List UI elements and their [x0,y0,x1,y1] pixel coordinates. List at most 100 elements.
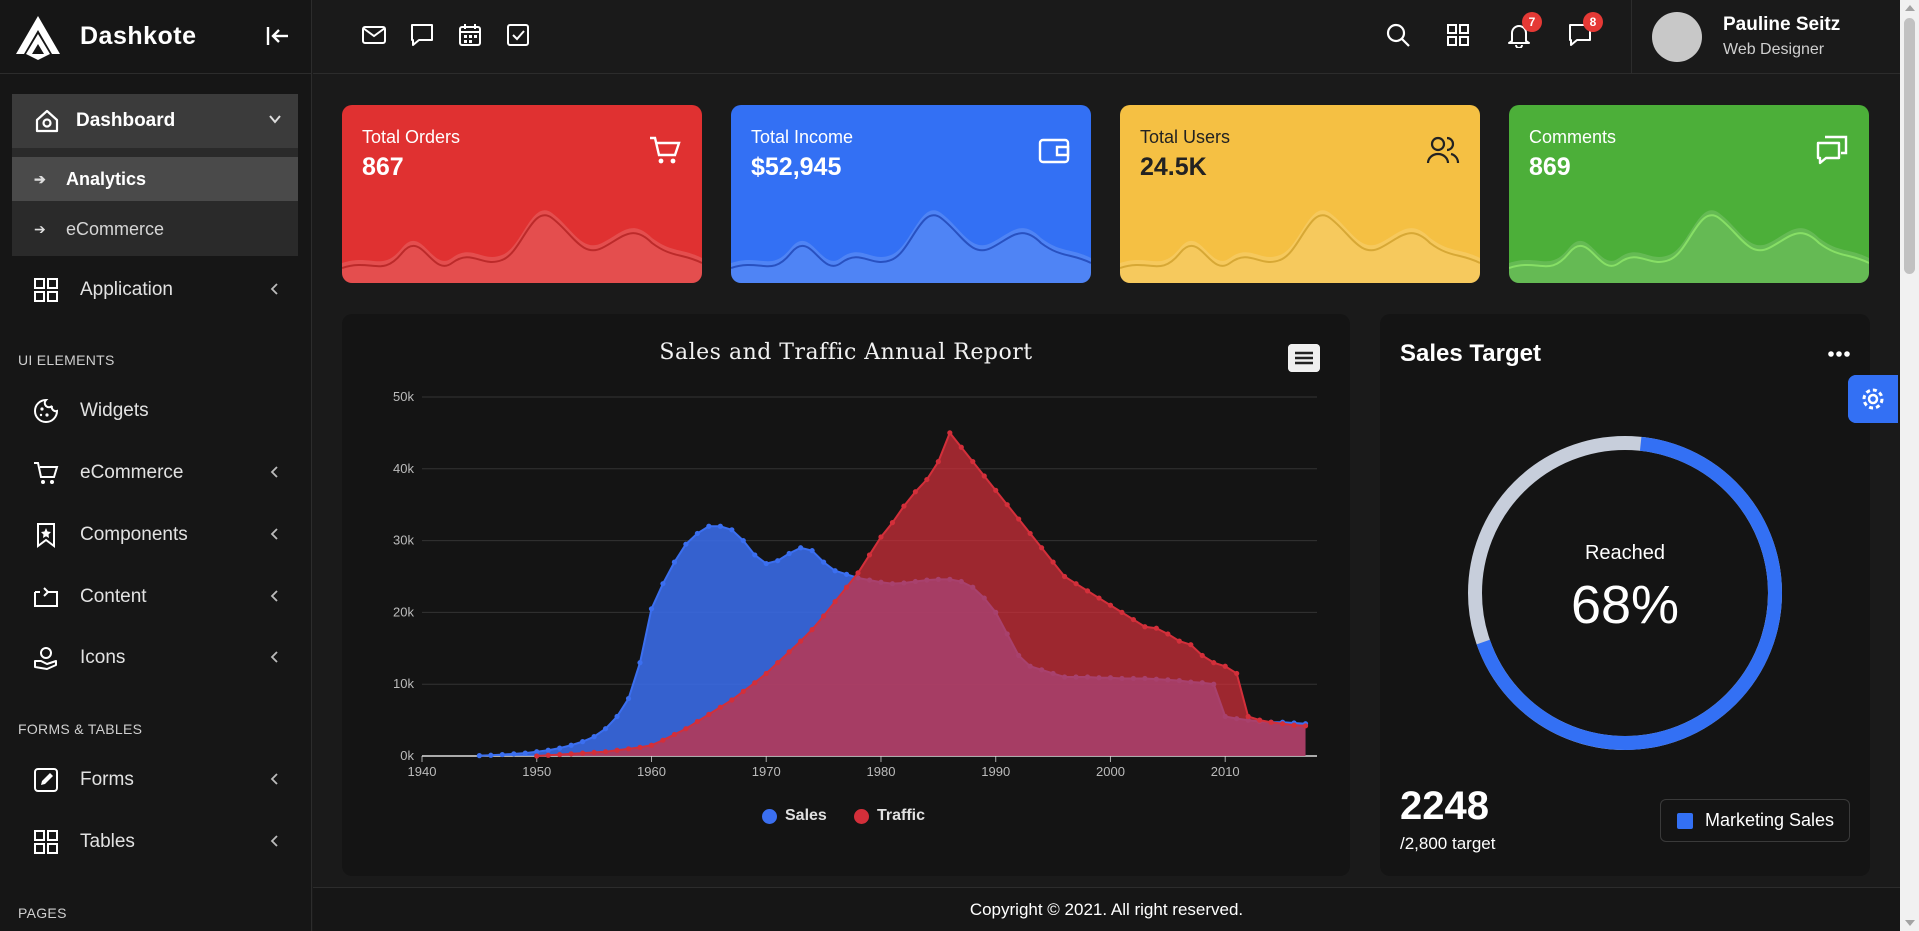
data-point-traffic [602,749,609,755]
sidebar-item-icons[interactable]: Icons [12,632,298,684]
x-tick-label: 1990 [981,764,1010,779]
scrollbar-thumb[interactable] [1904,18,1915,274]
data-point-traffic [798,638,804,644]
data-point-traffic [1188,642,1194,648]
data-point-traffic [775,660,781,666]
data-point-traffic [763,670,769,677]
notifications-button[interactable]: 7 [1506,12,1542,49]
sidebar-item-tables[interactable]: Tables [12,816,298,868]
data-point-traffic [866,552,873,558]
data-point-traffic [1050,559,1056,565]
data-point-sales [648,606,655,612]
x-tick-label: 1960 [637,764,666,779]
data-point-sales [786,550,792,557]
data-point-traffic [534,753,540,759]
sidebar-item-content[interactable]: Content [12,571,298,623]
data-point-traffic [568,751,574,757]
search-icon[interactable] [1385,22,1411,48]
target-label: /2,800 target [1400,834,1496,853]
sidebar-item-dashboard[interactable]: Dashboard [12,94,298,148]
sidebar-item-components[interactable]: Components [12,509,298,561]
sidebar-item-forms[interactable]: Forms [12,754,298,806]
legend-item-traffic[interactable]: Traffic [854,807,925,825]
footer: Copyright © 2021. All right reserved. [313,887,1900,931]
data-point-traffic [557,751,563,758]
data-point-traffic [786,649,792,655]
scroll-up-arrow[interactable] [1905,5,1915,11]
data-point-sales [476,753,482,759]
divider [1631,0,1632,74]
data-point-traffic [947,430,953,436]
sidebar-item-label: Widgets [80,400,149,421]
logo-icon [16,16,60,60]
x-tick-label: 1950 [522,764,551,779]
topbar: 7 8 Pauline Seitz Web Designer [313,0,1900,74]
sidebar-item-ecommerce[interactable]: eCommerce [12,447,298,499]
arrow-right-icon: ➔ [34,220,46,237]
cookie-icon [34,398,59,423]
y-tick-label: 0k [400,748,414,763]
data-point-traffic [545,752,551,758]
marketing-sales-legend[interactable]: Marketing Sales [1660,799,1850,842]
sidebar-item-widgets[interactable]: Widgets [12,385,298,437]
apps-icon[interactable] [1445,22,1471,48]
dashboard-nav-group: Dashboard ➔ Analytics ➔ eCommerce [12,94,298,256]
data-point-traffic [1142,624,1148,630]
data-point-traffic [660,737,666,743]
card-title: Total Users [1140,127,1231,147]
calendar-icon[interactable] [457,22,483,48]
data-point-sales [763,560,769,567]
card-title: Total Orders [362,127,461,147]
data-point-traffic [1245,713,1251,720]
sidebar-subitem-analytics[interactable]: ➔ Analytics [12,157,298,201]
data-point-sales [568,742,574,748]
mail-icon[interactable] [361,22,387,48]
user-name[interactable]: Pauline Seitz [1723,14,1840,36]
data-point-sales [683,541,689,547]
section-title-ui-elements: UI ELEMENTS [18,352,115,368]
card-sparkline [342,210,702,283]
sidebar-item-application[interactable]: Application [12,264,298,316]
data-point-sales [740,538,746,544]
data-point-traffic [1291,722,1297,728]
data-point-traffic [981,473,987,479]
collapse-sidebar-icon[interactable] [264,24,292,48]
card-value: $52,945 [751,153,842,181]
checkbox-icon[interactable] [505,22,531,48]
data-point-traffic [694,718,700,725]
avatar[interactable] [1652,12,1702,62]
card-total-income: Total Income $52,945 [731,105,1091,283]
data-point-traffic [970,459,976,465]
page-scrollbar[interactable] [1900,0,1919,931]
card-value: 867 [362,153,404,181]
data-point-sales [614,713,620,720]
area-chart: 0k 10k 20k 30k 40k 50k 1940 1950 1960 1970 1980 199… [393,389,1317,779]
legend-item-sales[interactable]: Sales [762,807,827,825]
user-role: Web Designer [1723,41,1825,58]
chevron-left-icon [270,773,278,785]
card-sparkline [1120,210,1480,283]
messages-button[interactable]: 8 [1567,12,1603,48]
data-point-traffic [580,750,586,756]
data-point-traffic [683,726,689,732]
data-point-traffic [1153,625,1159,631]
data-point-traffic [752,680,758,686]
card-title: Comments [1529,127,1617,147]
message-square-icon[interactable] [409,22,435,48]
sidebar-item-label: Forms [80,769,134,790]
data-point-sales [557,745,563,751]
chevron-left-icon [270,283,278,295]
card-sparkline [1509,210,1869,283]
data-point-sales [488,752,494,758]
home-icon [35,109,59,133]
sidebar-subitem-ecommerce[interactable]: ➔ eCommerce [12,207,298,251]
data-point-traffic [1073,581,1079,587]
reached-label: Reached [1584,542,1666,564]
data-point-sales [625,695,632,702]
settings-gear-button[interactable] [1848,375,1898,423]
card-value: 24.5K [1140,153,1207,181]
data-point-traffic [958,444,964,450]
section-title-forms-tables: FORMS & TABLES [18,721,143,737]
chevron-left-icon [270,651,278,663]
scroll-down-arrow[interactable] [1905,920,1915,926]
